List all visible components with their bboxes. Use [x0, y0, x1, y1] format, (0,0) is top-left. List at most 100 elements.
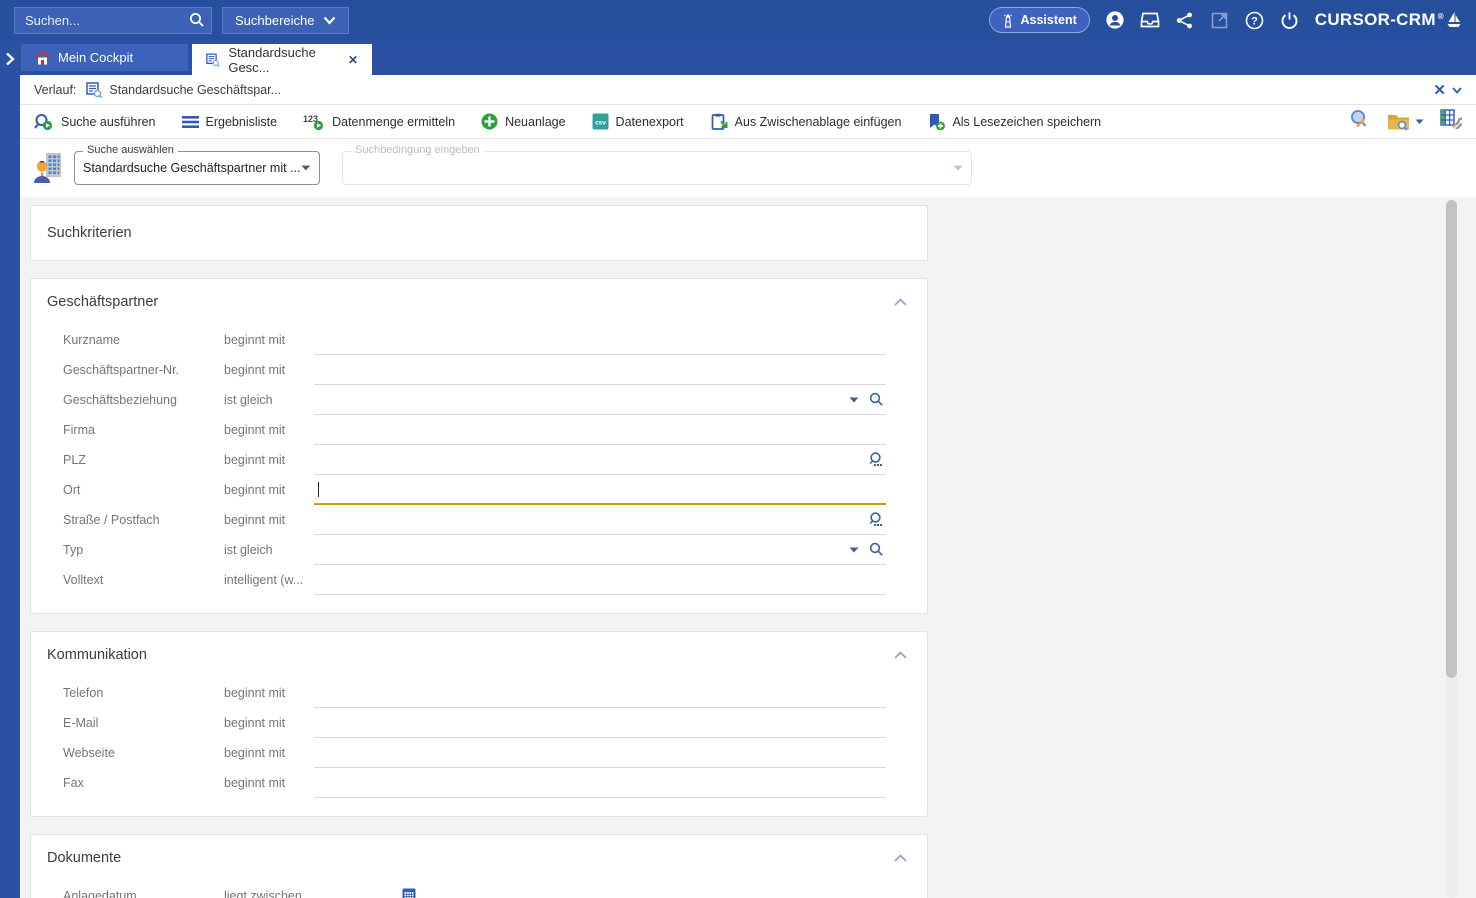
criteria-operator[interactable]: beginnt mit: [224, 483, 314, 497]
criteria-field-label: Geschäftspartner-Nr.: [63, 363, 224, 377]
close-verlauf-icon[interactable]: ✕: [1429, 81, 1450, 99]
collapse-section-icon[interactable]: [894, 298, 907, 306]
brand-mark: ®: [1438, 12, 1444, 21]
criteria-operator[interactable]: beginnt mit: [224, 716, 314, 730]
datenmenge-ermitteln-button[interactable]: 123 Datenmenge ermitteln: [303, 113, 455, 131]
criteria-input[interactable]: [314, 509, 886, 535]
row-lookup-icon[interactable]: [869, 452, 884, 467]
criteria-input[interactable]: [314, 539, 886, 565]
table-settings-icon[interactable]: [1440, 109, 1462, 134]
vertical-scrollbar[interactable]: [1446, 200, 1457, 898]
condition-label: Suchbedingung eingeben: [351, 144, 484, 156]
condition-caret-icon: [953, 165, 963, 171]
criteria-operator[interactable]: ist gleich: [224, 393, 314, 407]
share-icon[interactable]: [1175, 10, 1195, 30]
criteria-input[interactable]: [314, 885, 886, 898]
criteria-row: Webseitebeginnt mit: [31, 738, 927, 768]
section-header: Dokumente: [31, 835, 927, 881]
folder-caret-icon: [1415, 119, 1424, 125]
criteria-operator[interactable]: beginnt mit: [224, 746, 314, 760]
action-toolbar: Suche ausführen Ergebnisliste 123 Datenm…: [20, 105, 1476, 139]
account-icon[interactable]: [1105, 10, 1125, 30]
row-caret-icon[interactable]: [849, 547, 859, 553]
criteria-operator[interactable]: liegt zwischen: [224, 889, 314, 898]
select-caret-icon[interactable]: [301, 165, 311, 171]
suchbereiche-button[interactable]: Suchbereiche: [222, 7, 349, 34]
tab-standardsuche[interactable]: Standardsuche Gesc... ✕: [192, 44, 372, 75]
tab-close-icon[interactable]: ✕: [348, 53, 358, 67]
open-external-icon[interactable]: [1210, 10, 1230, 30]
criteria-field-label: Anlagedatum: [63, 889, 224, 898]
criteria-input[interactable]: [314, 449, 886, 475]
global-search: [14, 7, 212, 34]
zwischenablage-einfuegen-button[interactable]: Aus Zwischenablage einfügen: [710, 113, 902, 131]
criteria-field-label: Volltext: [63, 573, 224, 587]
criteria-input[interactable]: [314, 569, 886, 595]
svg-text:?: ?: [1251, 15, 1258, 27]
suchbedingung-field[interactable]: Suchbedingung eingeben: [342, 151, 972, 185]
search-input[interactable]: [14, 7, 212, 34]
criteria-body: Suchkriterien GeschäftspartnerKurznamebe…: [20, 197, 1476, 898]
row-search-icon[interactable]: [869, 542, 884, 557]
tab-label: Standardsuche Gesc...: [228, 45, 340, 75]
sailboat-icon: [1446, 11, 1462, 29]
lesezeichen-speichern-button[interactable]: Als Lesezeichen speichern: [927, 113, 1101, 131]
calendar-icon[interactable]: [402, 887, 416, 898]
criteria-input[interactable]: [314, 742, 886, 768]
suche-auswaehlen-select[interactable]: Suche auswählen Standardsuche Geschäftsp…: [74, 151, 320, 185]
row-lookup-icon[interactable]: [869, 512, 884, 527]
section-title: Dokumente: [47, 850, 121, 866]
criteria-field-label: Fax: [63, 776, 224, 790]
criteria-row: E-Mailbeginnt mit: [31, 708, 927, 738]
criteria-operator[interactable]: beginnt mit: [224, 776, 314, 790]
criteria-operator[interactable]: ist gleich: [224, 543, 314, 557]
row-search-icon[interactable]: [869, 392, 884, 407]
svg-text:csv: csv: [595, 120, 606, 127]
criteria-input[interactable]: [314, 389, 886, 415]
saved-searches-folder-icon[interactable]: [1387, 112, 1424, 131]
edit-search-icon[interactable]: [1349, 109, 1371, 134]
section-card: GeschäftspartnerKurznamebeginnt mitGesch…: [30, 278, 928, 614]
criteria-operator[interactable]: beginnt mit: [224, 363, 314, 377]
search-icon[interactable]: [189, 12, 205, 33]
criteria-input[interactable]: [314, 682, 886, 708]
scrollbar-thumb[interactable]: [1446, 200, 1457, 678]
verlauf-caret-icon[interactable]: [1450, 83, 1464, 97]
criteria-operator[interactable]: beginnt mit: [224, 333, 314, 347]
collapse-section-icon[interactable]: [894, 854, 907, 862]
section-header: Geschäftspartner: [31, 279, 927, 325]
criteria-input[interactable]: [314, 359, 886, 385]
suche-ausfuehren-button[interactable]: Suche ausführen: [34, 113, 156, 131]
criteria-input[interactable]: [314, 419, 886, 445]
brand-text: CURSOR-CRM: [1315, 10, 1436, 30]
search-select-row: Suche auswählen Standardsuche Geschäftsp…: [20, 139, 1476, 197]
criteria-row: Firmabeginnt mit: [31, 415, 927, 445]
tab-mein-cockpit[interactable]: Mein Cockpit: [21, 44, 188, 71]
lighthouse-icon: [1002, 13, 1014, 28]
criteria-input[interactable]: [314, 329, 886, 355]
criteria-operator[interactable]: beginnt mit: [224, 686, 314, 700]
power-icon[interactable]: [1280, 10, 1300, 30]
criteria-input[interactable]: [314, 772, 886, 798]
criteria-operator[interactable]: intelligent (w...: [224, 573, 314, 587]
expand-panel-icon[interactable]: [1, 50, 19, 68]
help-icon[interactable]: ?: [1245, 10, 1265, 30]
ergebnisliste-button[interactable]: Ergebnisliste: [182, 115, 278, 129]
criteria-input[interactable]: [314, 479, 886, 505]
criteria-field-label: Straße / Postfach: [63, 513, 224, 527]
section-header: Kommunikation: [31, 632, 927, 678]
assistent-button[interactable]: Assistent: [989, 7, 1089, 33]
verlauf-item[interactable]: Standardsuche Geschäftspar...: [86, 82, 281, 98]
criteria-operator[interactable]: beginnt mit: [224, 453, 314, 467]
criteria-input[interactable]: [314, 712, 886, 738]
row-caret-icon[interactable]: [849, 397, 859, 403]
criteria-operator[interactable]: beginnt mit: [224, 423, 314, 437]
neuanlage-button[interactable]: Neuanlage: [481, 113, 565, 130]
list-icon: [182, 115, 199, 129]
datenexport-button[interactable]: csv Datenexport: [592, 113, 684, 130]
criteria-field-label: Webseite: [63, 746, 224, 760]
criteria-operator[interactable]: beginnt mit: [224, 513, 314, 527]
criteria-row: Volltextintelligent (w...: [31, 565, 927, 595]
inbox-icon[interactable]: [1140, 10, 1160, 30]
collapse-section-icon[interactable]: [894, 651, 907, 659]
